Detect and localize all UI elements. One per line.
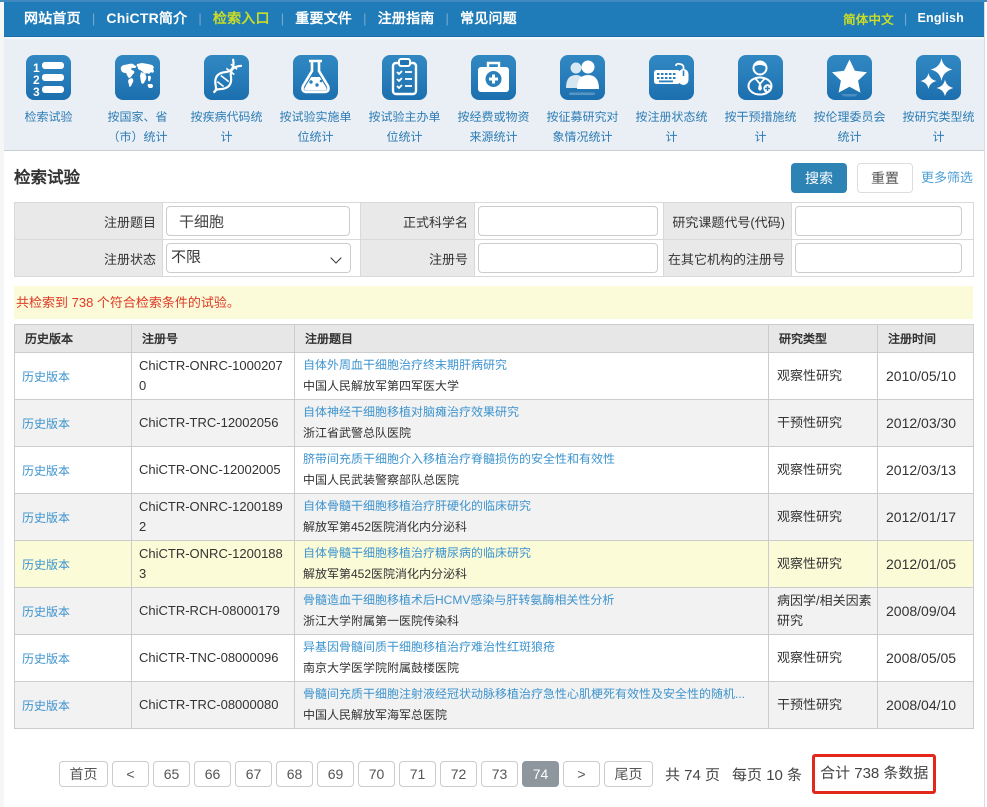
svg-text:3: 3: [33, 85, 40, 99]
